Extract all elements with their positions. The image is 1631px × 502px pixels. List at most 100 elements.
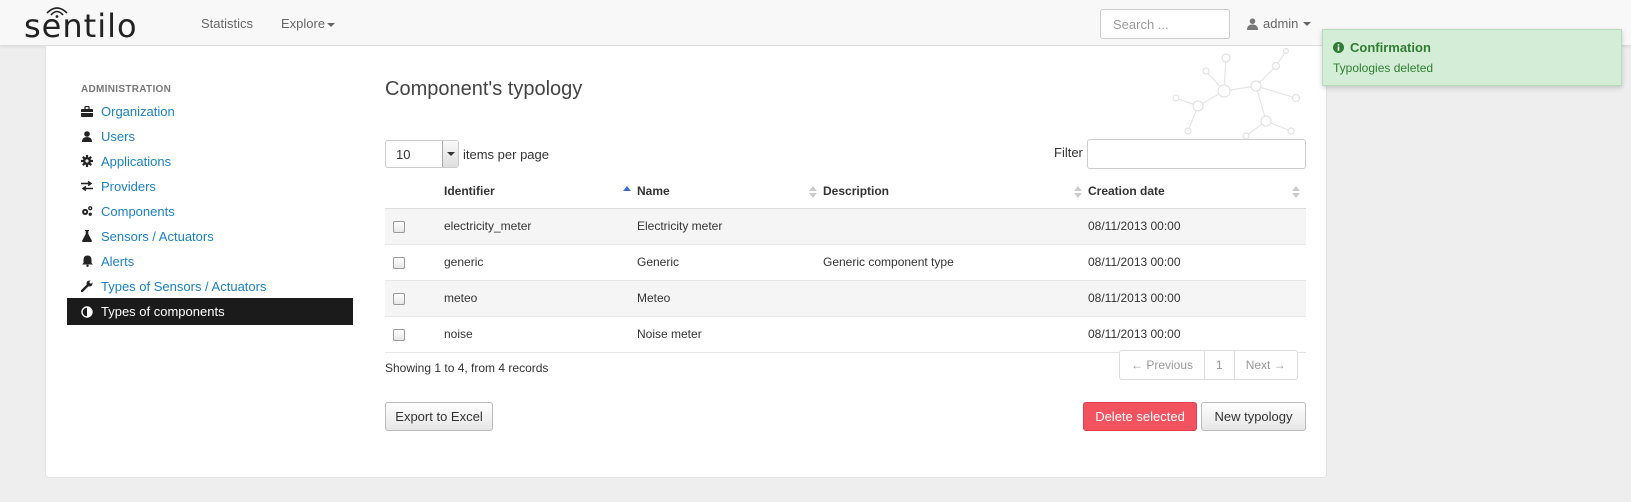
contrast-icon: [81, 305, 93, 318]
row-select-cell: [385, 316, 444, 353]
cell-identifier: generic: [444, 244, 637, 281]
sidebar-item-components[interactable]: Components: [67, 198, 353, 224]
cell-identifier: electricity_meter: [444, 208, 637, 245]
info-circle-icon: [1333, 42, 1344, 53]
cell-creation-date: 08/11/2013 00:00: [1088, 280, 1306, 317]
sidebar-item-label: Types of Sensors / Actuators: [101, 278, 267, 294]
user-icon: [1247, 17, 1258, 30]
pagination-previous[interactable]: ← Previous: [1120, 351, 1206, 379]
sidebar-item-sensors-actuators[interactable]: Sensors / Actuators: [67, 223, 353, 249]
sentilo-logo[interactable]: sentilo: [24, 4, 160, 42]
column-header-label: Creation date: [1088, 184, 1165, 199]
nav-explore-label: Explore: [281, 16, 326, 31]
sort-icon: [1074, 186, 1082, 198]
cell-name: Generic: [637, 244, 823, 281]
flask-icon: [81, 230, 93, 242]
row-checkbox[interactable]: [393, 220, 405, 233]
column-header-label: Identifier: [444, 184, 495, 199]
row-checkbox[interactable]: [393, 328, 405, 341]
sidebar-item-providers[interactable]: Providers: [67, 173, 353, 199]
user-name: admin: [1263, 16, 1299, 31]
table-row[interactable]: electricity_meter Electricity meter 08/1…: [385, 208, 1306, 245]
search-input[interactable]: [1100, 9, 1230, 39]
cell-description: Generic component type: [823, 244, 1088, 281]
exchange-icon: [81, 180, 93, 192]
sidebar-item-label: Organization: [101, 103, 175, 119]
new-typology-button[interactable]: New typology: [1201, 402, 1306, 431]
cell-creation-date: 08/11/2013 00:00: [1088, 208, 1306, 245]
table-header-row: Identifier Name Description Creation dat…: [385, 175, 1306, 209]
export-to-excel-button[interactable]: Export to Excel: [385, 402, 493, 431]
sidebar-item-label: Sensors / Actuators: [101, 228, 214, 244]
page-title: Component's typology: [385, 78, 583, 100]
caret-down-icon: [1303, 21, 1312, 26]
filter-label: Filter: [1054, 145, 1083, 160]
column-header-identifier[interactable]: Identifier: [444, 175, 637, 209]
filter-input[interactable]: [1087, 139, 1306, 169]
cell-creation-date: 08/11/2013 00:00: [1088, 244, 1306, 281]
cell-identifier: noise: [444, 316, 637, 353]
brand-name: sentilo: [24, 7, 138, 45]
delete-selected-button[interactable]: Delete selected: [1083, 402, 1197, 431]
select-column-header: [385, 175, 444, 209]
cell-description: [823, 280, 1088, 317]
typology-table: Identifier Name Description Creation dat…: [385, 175, 1306, 353]
sidebar-item-label: Types of components: [101, 304, 225, 319]
sidebar-item-label: Providers: [101, 178, 156, 194]
sidebar-header: ADMINISTRATION: [81, 84, 172, 95]
user-icon: [81, 130, 93, 142]
cell-name: Noise meter: [637, 316, 823, 353]
sidebar-item-types-of-components[interactable]: Types of components: [67, 298, 353, 325]
sidebar-item-types-of-sensors-actuators[interactable]: Types of Sensors / Actuators: [67, 273, 353, 299]
column-header-creation-date[interactable]: Creation date: [1088, 175, 1306, 209]
sort-ascending-icon: [623, 186, 631, 198]
bell-icon: [81, 255, 93, 267]
cell-creation-date: 08/11/2013 00:00: [1088, 316, 1306, 353]
sidebar-item-label: Components: [101, 203, 175, 219]
cell-description: [823, 316, 1088, 353]
per-page-select[interactable]: 10: [385, 140, 459, 168]
dropdown-arrow-icon[interactable]: [442, 141, 458, 167]
table-row[interactable]: meteo Meteo 08/11/2013 00:00: [385, 280, 1306, 317]
cell-description: [823, 208, 1088, 245]
per-page-control: 10 items per page: [385, 140, 549, 168]
records-summary: Showing 1 to 4, from 4 records: [385, 361, 549, 375]
row-select-cell: [385, 280, 444, 317]
nav-statistics[interactable]: Statistics: [201, 16, 253, 31]
table-row[interactable]: noise Noise meter 08/11/2013 00:00: [385, 316, 1306, 353]
sidebar-item-organization[interactable]: Organization: [67, 98, 353, 124]
column-header-description[interactable]: Description: [823, 175, 1088, 209]
caret-down-icon: [327, 22, 336, 27]
wrench-icon: [81, 280, 93, 292]
column-header-name[interactable]: Name: [637, 175, 823, 209]
row-checkbox[interactable]: [393, 292, 405, 305]
pagination: ← Previous 1 Next →: [1119, 350, 1298, 380]
notification-title-row: Confirmation: [1333, 40, 1431, 55]
column-header-label: Name: [637, 184, 670, 199]
sidebar-item-applications[interactable]: Applications: [67, 148, 353, 174]
notification-message: Typologies deleted: [1333, 61, 1434, 75]
row-select-cell: [385, 244, 444, 281]
sidebar-item-label: Users: [101, 128, 135, 144]
nav-explore[interactable]: Explore: [281, 16, 336, 31]
sidebar-item-alerts[interactable]: Alerts: [67, 248, 353, 274]
row-checkbox[interactable]: [393, 256, 405, 269]
network-decoration-icon: [1172, 47, 1301, 140]
gear-icon: [81, 155, 93, 167]
column-header-label: Description: [823, 184, 890, 199]
row-select-cell: [385, 208, 444, 245]
cell-name: Meteo: [637, 280, 823, 317]
cell-identifier: meteo: [444, 280, 637, 317]
pagination-page-1[interactable]: 1: [1205, 351, 1235, 379]
sidebar-item-users[interactable]: Users: [67, 123, 353, 149]
pagination-next[interactable]: Next →: [1235, 351, 1297, 379]
table-row[interactable]: generic Generic Generic component type 0…: [385, 244, 1306, 281]
notification-title: Confirmation: [1350, 40, 1431, 55]
cogs-icon: [81, 205, 93, 217]
user-menu[interactable]: admin: [1247, 16, 1312, 31]
sort-icon: [809, 186, 817, 198]
confirmation-notification[interactable]: Confirmation Typologies deleted: [1322, 29, 1622, 86]
per-page-value: 10: [396, 147, 411, 162]
per-page-label: items per page: [463, 146, 549, 162]
sidebar-item-label: Alerts: [101, 253, 135, 269]
